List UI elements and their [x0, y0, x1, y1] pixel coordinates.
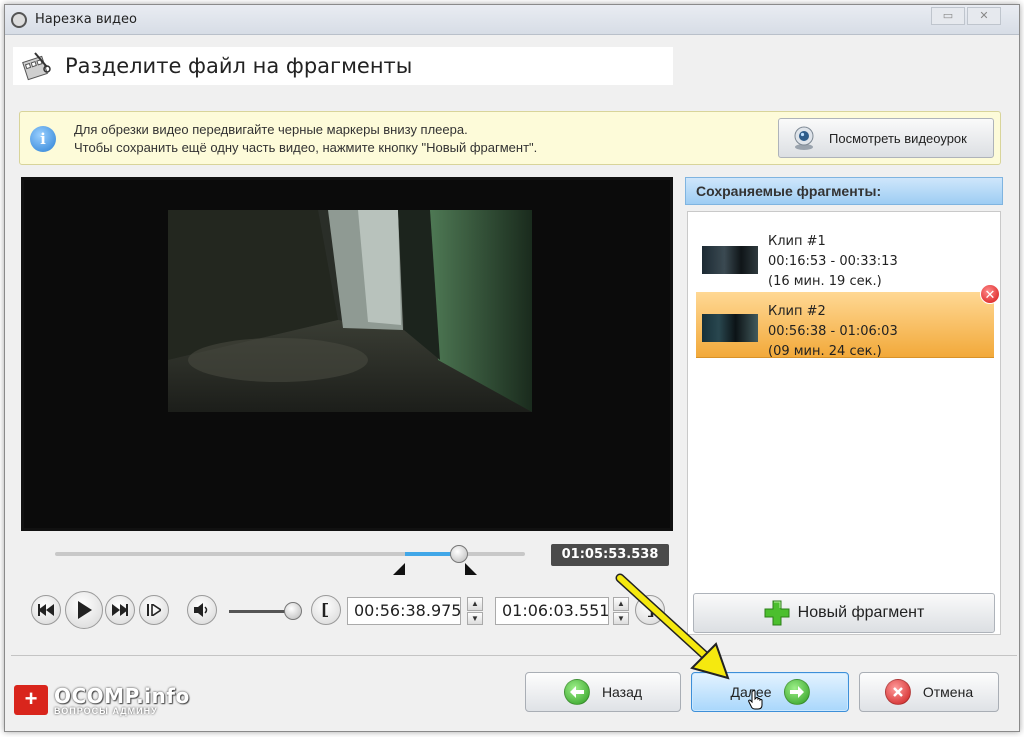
fragment-info: Клип #2 00:56:38 - 01:06:03 (09 мин. 24 …: [768, 302, 898, 362]
arrow-left-icon: [563, 679, 590, 705]
watermark-main: OCOMP.info: [54, 684, 190, 708]
speaker-icon: [194, 603, 208, 617]
footer-divider: [11, 655, 1017, 656]
play-icon: [78, 601, 92, 619]
watermark-badge: +: [14, 685, 48, 715]
fragment-thumbnail: [702, 246, 758, 274]
page-header: Разделите файл на фрагменты: [13, 47, 673, 85]
window-controls: ▭ ✕: [931, 7, 1001, 25]
new-fragment-label: Новый фрагмент: [797, 604, 925, 621]
info-banner: i Для обрезки видео передвигайте черные …: [19, 111, 1001, 165]
close-icon: [884, 679, 911, 705]
maximize-button[interactable]: ▭: [931, 7, 965, 25]
trim-start-marker[interactable]: [393, 563, 405, 575]
start-time-down-arrow-icon[interactable]: ▼: [467, 611, 483, 625]
arrow-right-icon: [783, 679, 810, 705]
app-window: Нарезка видео ▭ ✕ Разделите файл на фраг…: [4, 4, 1020, 732]
end-time-input[interactable]: 01:06:03.551: [495, 597, 609, 625]
video-player[interactable]: [21, 177, 673, 531]
timeline-playhead[interactable]: [450, 545, 469, 563]
volume-slider-thumb[interactable]: [283, 602, 302, 620]
fragment-range: 00:16:53 - 00:33:13: [768, 254, 898, 269]
watermark-sub: ВОПРОСЫ АДМИНУ: [54, 706, 158, 716]
fragment-info: Клип #1 00:16:53 - 00:33:13 (16 мин. 19 …: [768, 232, 898, 292]
delete-fragment-icon[interactable]: ✕: [980, 284, 1000, 304]
trim-end-marker[interactable]: [465, 563, 477, 575]
end-time-spinner[interactable]: ▲ ▼: [613, 597, 629, 625]
timeline-slider[interactable]: [55, 545, 525, 563]
site-watermark: + OCOMP.info ВОПРОСЫ АДМИНУ: [14, 684, 190, 716]
video-frame: [168, 210, 532, 412]
play-button[interactable]: [65, 591, 103, 629]
cancel-button-label: Отмена: [922, 684, 974, 700]
close-window-button[interactable]: ✕: [967, 7, 1001, 25]
fragment-thumbnail: [702, 314, 758, 342]
bracket-start-icon: [322, 603, 328, 617]
start-time-spinner[interactable]: ▲ ▼: [467, 597, 483, 625]
tutorial-button-label: Посмотреть видеоурок: [829, 130, 967, 146]
skip-back-icon: [38, 604, 54, 616]
set-end-marker-button[interactable]: [635, 595, 665, 625]
current-time-display: 01:05:53.538: [551, 544, 669, 566]
volume-button[interactable]: [187, 595, 217, 625]
new-fragment-button[interactable]: Новый фрагмент: [693, 593, 995, 633]
skip-back-button[interactable]: [31, 595, 61, 625]
fragment-duration: (09 мин. 24 сек.): [768, 344, 882, 359]
film-scissors-icon: [22, 52, 51, 81]
webcam-icon: [794, 126, 814, 150]
skip-forward-icon: [112, 604, 128, 616]
fragments-list: Клип #1 00:16:53 - 00:33:13 (16 мин. 19 …: [687, 211, 1001, 635]
end-time-down-arrow-icon[interactable]: ▼: [613, 611, 629, 625]
watermark-text: OCOMP.info ВОПРОСЫ АДМИНУ: [54, 684, 190, 716]
start-time-input[interactable]: 00:56:38.975: [347, 597, 461, 625]
plus-icon: [764, 600, 790, 626]
back-button-label: Назад: [601, 684, 643, 700]
start-time-up-arrow-icon[interactable]: ▲: [467, 597, 483, 611]
next-frame-icon: [147, 604, 161, 616]
fragment-item-2[interactable]: Клип #2 00:56:38 - 01:06:03 (09 мин. 24 …: [696, 284, 1000, 359]
page-title: Разделите файл на фрагменты: [65, 54, 413, 78]
set-start-marker-button[interactable]: [311, 595, 341, 625]
next-button[interactable]: Далее: [691, 672, 849, 712]
info-line-2: Чтобы сохранить ещё одну часть видео, на…: [74, 140, 538, 155]
fragment-item-1[interactable]: Клип #1 00:16:53 - 00:33:13 (16 мин. 19 …: [696, 222, 994, 289]
fragment-name: Клип #2: [768, 304, 826, 319]
cancel-button[interactable]: Отмена: [859, 672, 999, 712]
video-scene-image: [168, 210, 532, 412]
bracket-end-icon: [648, 603, 654, 617]
back-button[interactable]: Назад: [525, 672, 681, 712]
watch-tutorial-button[interactable]: Посмотреть видеоурок: [778, 118, 994, 158]
window-title: Нарезка видео: [35, 12, 137, 27]
skip-forward-button[interactable]: [105, 595, 135, 625]
fragments-header: Сохраняемые фрагменты:: [685, 177, 1003, 205]
info-icon: i: [30, 126, 56, 152]
fragment-range: 00:56:38 - 01:06:03: [768, 324, 898, 339]
next-frame-button[interactable]: [139, 595, 169, 625]
fragment-duration: (16 мин. 19 сек.): [768, 274, 882, 289]
app-reel-icon: [11, 11, 27, 28]
end-time-up-arrow-icon[interactable]: ▲: [613, 597, 629, 611]
fragment-name: Клип #1: [768, 234, 826, 249]
title-bar: Нарезка видео ▭ ✕: [5, 5, 1019, 35]
hand-cursor-icon: [748, 690, 763, 710]
info-line-1: Для обрезки видео передвигайте черные ма…: [74, 122, 468, 137]
